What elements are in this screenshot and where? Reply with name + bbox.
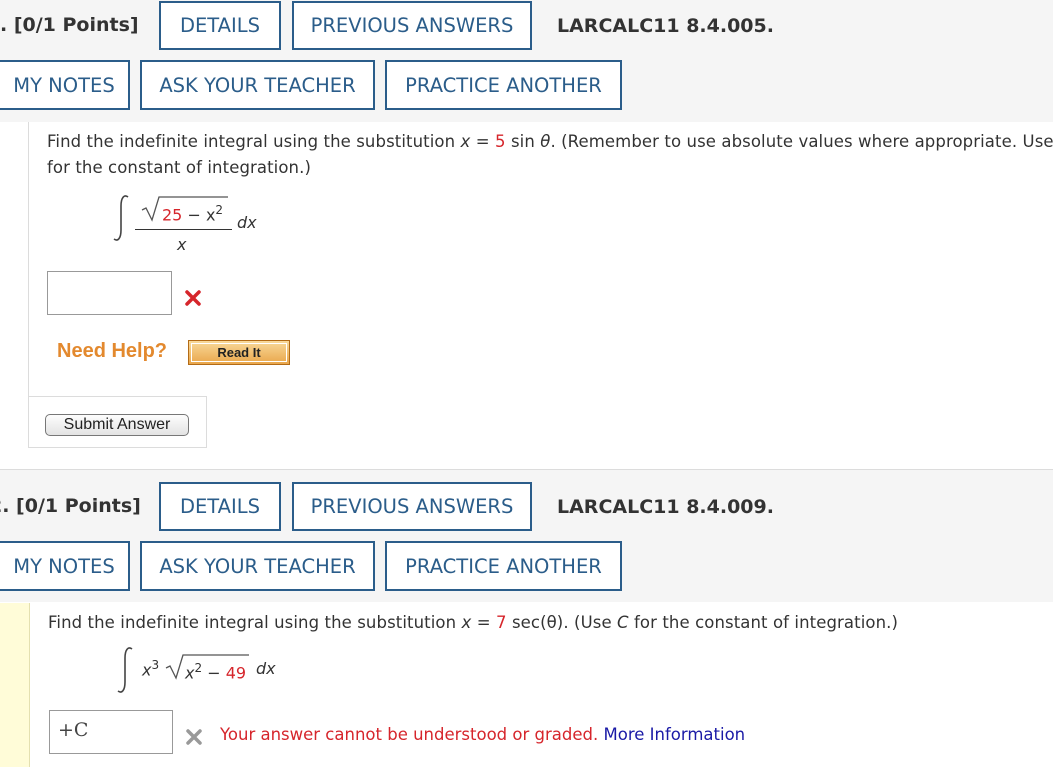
integral-sign-icon	[117, 647, 133, 693]
q2-differential: dx	[256, 659, 276, 678]
read-it-label: Read It	[191, 343, 287, 362]
need-help-label: Need Help?	[57, 340, 168, 362]
more-information-link[interactable]: More Information	[603, 725, 745, 744]
q2-my-notes-button[interactable]: MY NOTES	[0, 541, 130, 591]
question-2-points: 2. [0/1 Points]	[0, 495, 141, 517]
q1-answer-input[interactable]	[47, 271, 172, 315]
q1-problem-code: LARCALC11 8.4.005.	[557, 15, 774, 37]
q2-prompt: Find the indefinite integral using the s…	[48, 613, 899, 632]
submit-answer-button[interactable]: Submit Answer	[45, 414, 189, 436]
q1-my-notes-button[interactable]: MY NOTES	[0, 60, 130, 110]
q2-integrand-radicand: x2 − 49	[185, 661, 247, 683]
q2-practice-another-button[interactable]: PRACTICE ANOTHER	[385, 541, 622, 591]
error-x-icon	[186, 729, 202, 745]
read-it-button[interactable]: Read It	[188, 340, 290, 365]
q2-details-button[interactable]: DETAILS	[159, 482, 281, 531]
q1-previous-answers-button[interactable]: PREVIOUS ANSWERS	[292, 1, 532, 50]
q1-ask-teacher-button[interactable]: ASK YOUR TEACHER	[140, 60, 375, 110]
incorrect-x-icon	[185, 290, 201, 306]
constant-suffix: +C	[58, 719, 89, 741]
q1-integrand-denominator: x	[177, 235, 187, 254]
q2-previous-answers-button[interactable]: PREVIOUS ANSWERS	[292, 482, 532, 531]
q2-problem-code: LARCALC11 8.4.009.	[557, 496, 774, 518]
answer-status-strip	[0, 603, 30, 767]
integral-sign-icon	[113, 195, 129, 241]
q1-differential: dx	[237, 213, 257, 232]
q1-integrand-numerator: 25 − x2	[162, 203, 224, 225]
question-1-points: . [0/1 Points]	[0, 14, 139, 36]
q1-prompt: Find the indefinite integral using the s…	[47, 132, 1053, 151]
q2-integrand-power: x3	[142, 658, 160, 680]
q1-details-button[interactable]: DETAILS	[159, 1, 281, 50]
q1-panel-border	[28, 122, 29, 396]
error-feedback: Your answer cannot be understood or grad…	[220, 725, 746, 744]
q1-prompt-line2: for the constant of integration.)	[47, 158, 311, 177]
q2-ask-teacher-button[interactable]: ASK YOUR TEACHER	[140, 541, 375, 591]
fraction-bar	[135, 229, 232, 230]
q1-practice-another-button[interactable]: PRACTICE ANOTHER	[385, 60, 622, 110]
